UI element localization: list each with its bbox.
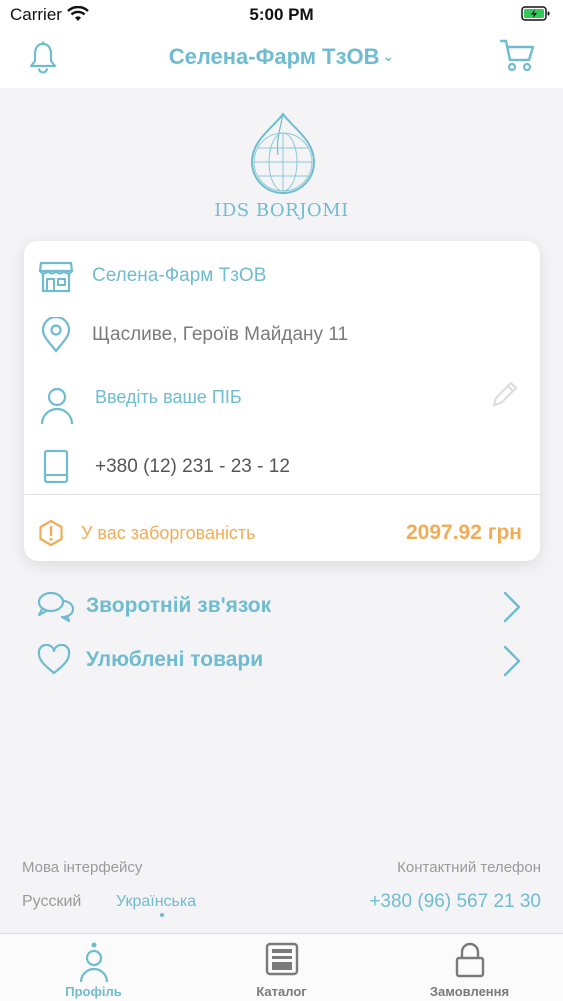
debt-amount: 2097.92 грн: [405, 521, 522, 544]
heart-icon: [37, 644, 71, 675]
chat-bubbles-icon: [37, 591, 74, 623]
location-pin-icon: [41, 317, 71, 353]
catalog-icon: [265, 942, 298, 976]
selected-language-indicator: [160, 913, 164, 917]
brand-logo: [250, 112, 316, 194]
chevron-right-icon: [503, 591, 521, 623]
language-option-russian[interactable]: Русский: [22, 893, 81, 911]
pencil-edit-icon[interactable]: [490, 379, 520, 409]
full-name-input[interactable]: Введіть ваше ПІБ: [95, 387, 242, 408]
chevron-right-icon: [503, 645, 521, 677]
chevron-down-icon: ⌄: [382, 48, 395, 64]
clock: 5:00 PM: [249, 5, 314, 24]
store-selector[interactable]: Селена-Фарм ТзОВ ⌄: [0, 44, 563, 70]
lock-icon: [455, 942, 484, 978]
tab-profile-label: Профіль: [65, 984, 122, 999]
tab-orders[interactable]: Замовлення: [376, 934, 563, 1001]
store-phone: +380 (12) 231 - 23 - 12: [95, 456, 290, 477]
favorites-menu-item[interactable]: Улюблені товари: [0, 636, 563, 686]
tab-bar: Профіль Каталог Замовлення: [0, 933, 563, 1001]
brand-name: IDS BORJOMI: [214, 200, 349, 221]
store-icon: [38, 261, 74, 293]
tab-profile[interactable]: Профіль: [0, 934, 187, 1001]
phone-device-icon: [43, 449, 69, 484]
language-title: Мова інтерфейсу: [22, 859, 143, 876]
battery-icon: [521, 6, 550, 21]
card-divider: [24, 494, 540, 495]
store-name: Селена-Фарм ТзОВ: [92, 265, 267, 286]
tab-catalog[interactable]: Каталог: [188, 934, 375, 1001]
tab-orders-label: Замовлення: [429, 984, 510, 999]
language-option-ukrainian[interactable]: Українська: [116, 893, 196, 911]
profile-card: Селена-Фарм ТзОВ Щасливе, Героїв Майдану…: [24, 241, 540, 561]
feedback-label: Зворотній зв'язок: [86, 594, 272, 617]
feedback-menu-item[interactable]: Зворотній зв'язок: [0, 582, 563, 632]
store-selector-label: Селена-Фарм ТзОВ: [168, 44, 380, 69]
tab-catalog-label: Каталог: [256, 984, 307, 999]
debt-label: У вас заборгованість: [81, 523, 256, 543]
warning-hexagon-icon: [39, 519, 63, 547]
person-icon: [40, 387, 74, 425]
contact-phone-title: Контактний телефон: [397, 859, 541, 876]
cart-icon[interactable]: [499, 38, 537, 74]
favorites-label: Улюблені товари: [86, 648, 264, 671]
navigation-bar: Селена-Фарм ТзОВ ⌄: [0, 30, 563, 88]
store-address: Щасливе, Героїв Майдану 11: [92, 324, 349, 345]
person-icon: [79, 942, 108, 982]
contact-phone-link[interactable]: +380 (96) 567 21 30: [369, 891, 541, 913]
status-bar: Carrier 5:00 PM: [0, 0, 563, 30]
